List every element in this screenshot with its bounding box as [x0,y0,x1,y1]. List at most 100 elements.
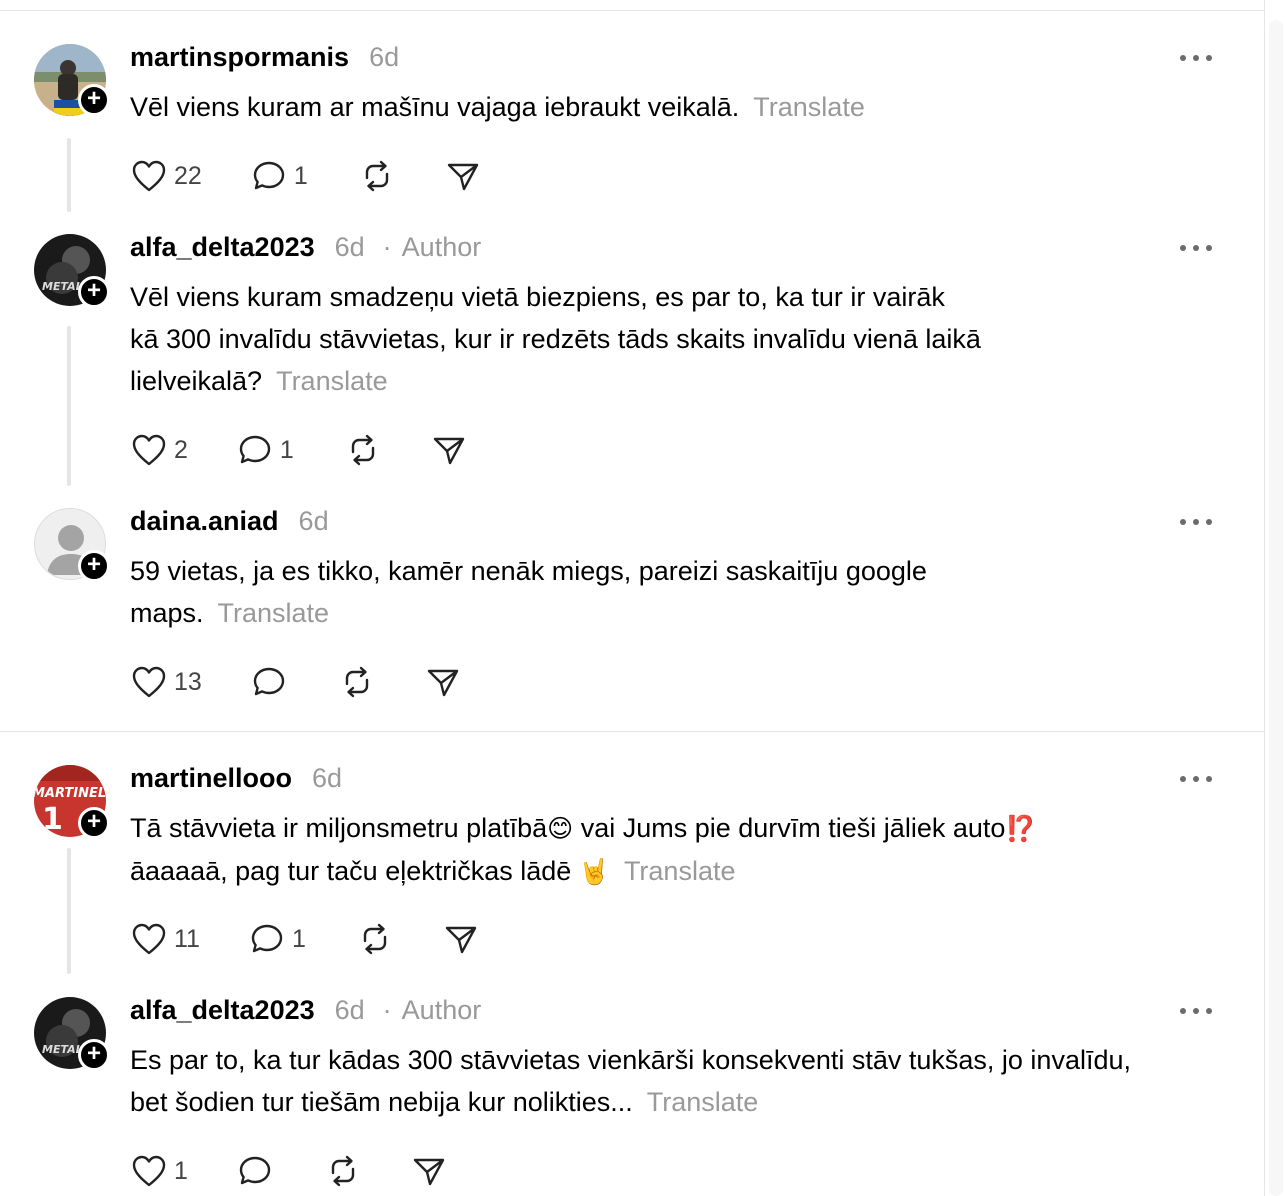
post-text-line: kā 300 invalīdu stāvvietas, kur ir redzē… [130,324,981,354]
paper-plane-icon [424,663,462,701]
post-actions: 1 [130,1151,448,1191]
heart-icon [130,920,168,958]
post-text-line: bet šodien tur tiešām nebija kur nolikti… [130,1087,759,1117]
speech-bubble-icon [236,431,274,469]
post-header: alfa_delta2023 6d · Author [130,232,481,263]
post-text: Tā stāvvieta ir miljonsmetru platībā😊 va… [130,807,1230,893]
separator-dot: · [382,995,392,1025]
share-button[interactable] [430,431,468,469]
username[interactable]: martinellooo [130,763,292,794]
follow-plus-icon[interactable]: + [78,1039,110,1071]
post-actions: 13 [130,662,462,702]
follow-plus-icon[interactable]: + [78,807,110,839]
reply-count: 1 [279,435,294,464]
scrollbar-track[interactable] [1269,20,1283,1196]
more-dots-icon[interactable] [1180,48,1212,68]
translate-link[interactable]: Translate [624,856,736,886]
post-time[interactable]: 6d [312,763,342,794]
heart-icon [130,157,168,195]
reply-button[interactable]: 1 [250,157,308,195]
post-time[interactable]: 6d [299,506,329,537]
reply-button[interactable]: 1 [236,431,294,469]
author-badge: Author [401,232,482,262]
reply-count: 1 [291,924,306,953]
reply-count: 1 [293,161,308,190]
share-button[interactable] [444,157,482,195]
follow-plus-icon[interactable]: + [78,550,110,582]
heart-icon [130,431,168,469]
like-button[interactable]: 2 [130,431,188,469]
repost-icon [358,157,396,195]
post-text: Vēl viens kuram ar mašīnu vajaga iebrauk… [130,86,1230,128]
like-count: 2 [174,435,188,464]
like-button[interactable]: 13 [130,663,202,701]
post-text-line: 59 vietas, ja es tikko, kamēr nenāk mieg… [130,556,927,586]
post-time[interactable]: 6d [369,42,399,73]
translate-link[interactable]: Translate [647,1087,759,1117]
username[interactable]: daina.aniad [130,506,279,537]
translate-link[interactable]: Translate [276,366,388,396]
like-button[interactable]: 1 [130,1152,188,1190]
heart-icon [130,1152,168,1190]
post-time[interactable]: 6d [335,232,365,263]
thread-divider [0,731,1264,732]
more-dots-icon[interactable] [1180,512,1212,532]
more-dots-icon[interactable] [1180,238,1212,258]
post-actions: 11 1 [130,919,480,959]
repost-icon [356,920,394,958]
post-text: Vēl viens kuram smadzeņu vietā biezpiens… [130,276,1230,402]
repost-button[interactable] [344,431,382,469]
post-text: 59 vietas, ja es tikko, kamēr nenāk mieg… [130,550,1230,634]
like-button[interactable]: 22 [130,157,202,195]
speech-bubble-icon [250,157,288,195]
post-text-line: lielveikalā? Translate [130,366,388,396]
like-count: 1 [174,1156,188,1185]
top-divider [0,10,1264,11]
share-button[interactable] [442,920,480,958]
scrollbar[interactable] [1264,0,1286,1196]
rock-hand-emoji: 🤘 [578,857,610,886]
username[interactable]: martinspormanis [130,42,349,73]
repost-icon [324,1152,362,1190]
repost-button[interactable] [358,157,396,195]
thread-line [67,848,71,974]
share-button[interactable] [424,663,462,701]
reply-button[interactable] [236,1152,274,1190]
like-count: 11 [174,924,200,953]
like-count: 22 [174,161,202,190]
post-actions: 22 1 [130,156,482,196]
post-text-line: Vēl viens kuram smadzeņu vietā biezpiens… [130,282,945,312]
post-time[interactable]: 6d [335,995,365,1026]
repost-button[interactable] [338,663,376,701]
more-dots-icon[interactable] [1180,1001,1212,1021]
username[interactable]: alfa_delta2023 [130,232,315,263]
more-dots-icon[interactable] [1180,769,1212,789]
reply-button[interactable]: 1 [248,920,306,958]
post-actions: 2 1 [130,430,468,470]
reply-button[interactable] [250,663,288,701]
repost-icon [344,431,382,469]
post-text-line: Es par to, ka tur kādas 300 stāvvietas v… [130,1045,1131,1075]
post-text-line: maps. Translate [130,598,330,628]
paper-plane-icon [410,1152,448,1190]
post-header: martinspormanis 6d [130,42,399,73]
post-header: martinellooo 6d [130,763,342,794]
separator-dot: · [382,232,392,262]
thread-line [67,326,71,486]
heart-icon [130,663,168,701]
follow-plus-icon[interactable]: + [78,276,110,308]
repost-icon [338,663,376,701]
speech-bubble-icon [248,920,286,958]
svg-text:MARTINEL: MARTINEL [34,786,106,801]
translate-link[interactable]: Translate [753,92,865,122]
share-button[interactable] [410,1152,448,1190]
repost-button[interactable] [324,1152,362,1190]
repost-button[interactable] [356,920,394,958]
speech-bubble-icon [236,1152,274,1190]
paper-plane-icon [430,431,468,469]
username[interactable]: alfa_delta2023 [130,995,315,1026]
translate-link[interactable]: Translate [218,598,330,628]
like-button[interactable]: 11 [130,920,200,958]
speech-bubble-icon [250,663,288,701]
follow-plus-icon[interactable]: + [78,84,110,116]
